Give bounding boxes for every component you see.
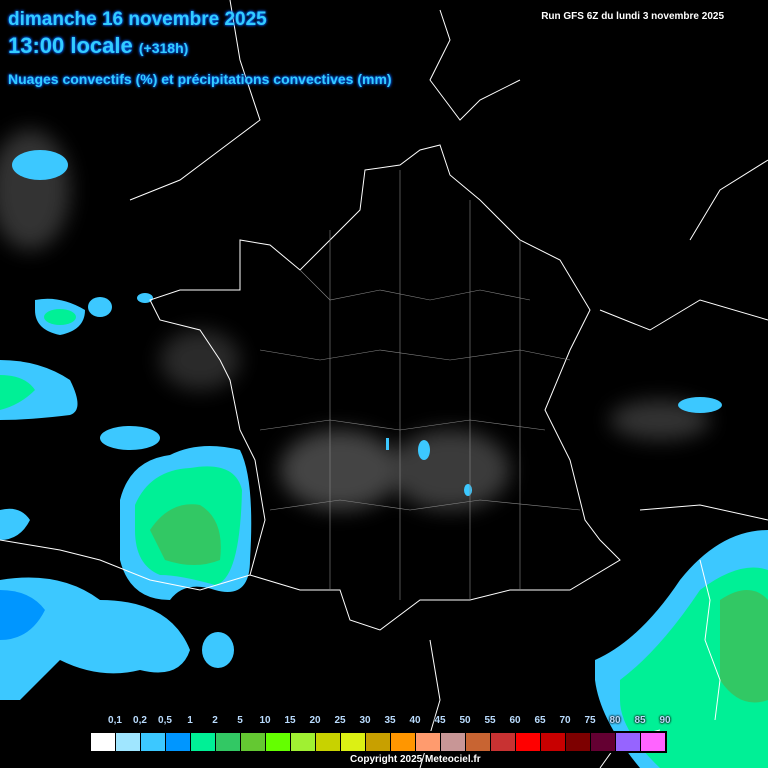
legend-swatch [140, 732, 166, 752]
legend-label: 50 [459, 715, 471, 726]
forecast-offset: (+318h) [138, 40, 189, 56]
legend-label: 75 [584, 715, 596, 726]
legend-swatch [315, 732, 341, 752]
legend-swatch [440, 732, 466, 752]
legend-swatch [390, 732, 416, 752]
legend-label: 0,1 [108, 715, 122, 726]
model-run-info: Run GFS 6Z du lundi 3 novembre 2025 [541, 11, 724, 22]
legend-label: 2 [212, 715, 218, 726]
legend-swatch [540, 732, 566, 752]
map-subtitle: Nuages convectifs (%) et précipitations … [8, 71, 392, 87]
weather-map-view: dimanche 16 novembre 2025 13:00 locale (… [0, 0, 768, 768]
legend-swatch [240, 732, 266, 752]
copyright: Copyright 2025 Meteociel.fr [350, 754, 481, 765]
legend-swatch [515, 732, 541, 752]
legend-label: 0,5 [158, 715, 172, 726]
legend-label: 10 [259, 715, 271, 726]
legend-swatch [340, 732, 366, 752]
legend-swatch [490, 732, 516, 752]
legend-swatch [290, 732, 316, 752]
legend-swatch [365, 732, 391, 752]
legend-label: 80 [609, 715, 621, 726]
legend-swatch [165, 732, 191, 752]
color-legend [90, 731, 667, 753]
legend-swatch [115, 732, 141, 752]
legend-label: 35 [384, 715, 396, 726]
legend-swatch [640, 732, 666, 752]
legend-label: 65 [534, 715, 546, 726]
legend-label: 1 [187, 715, 193, 726]
legend-label: 55 [484, 715, 496, 726]
legend-swatch [265, 732, 291, 752]
legend-swatch [590, 732, 616, 752]
legend-label: 90 [659, 715, 671, 726]
legend-label: 45 [434, 715, 446, 726]
legend-label: 15 [284, 715, 296, 726]
legend-label: 5 [237, 715, 243, 726]
cloud-cover-layer [0, 130, 710, 510]
forecast-date: dimanche 16 novembre 2025 [8, 9, 267, 30]
department-boundaries [259, 170, 581, 600]
legend-label: 30 [359, 715, 371, 726]
forecast-time: 13:00 locale (+318h) [8, 33, 188, 59]
map-canvas [0, 0, 768, 768]
legend-swatch [415, 732, 441, 752]
legend-label: 70 [559, 715, 571, 726]
legend-label: 60 [509, 715, 521, 726]
legend-swatch [465, 732, 491, 752]
legend-swatch [190, 732, 216, 752]
legend-label: 85 [634, 715, 646, 726]
forecast-time-label: 13:00 locale [8, 33, 133, 58]
legend-label: 25 [334, 715, 346, 726]
legend-swatch [615, 732, 641, 752]
legend-swatch [90, 732, 116, 752]
legend-label: 40 [409, 715, 421, 726]
legend-swatch [565, 732, 591, 752]
legend-label: 0,2 [133, 715, 147, 726]
legend-label: 20 [309, 715, 321, 726]
legend-swatch [215, 732, 241, 752]
